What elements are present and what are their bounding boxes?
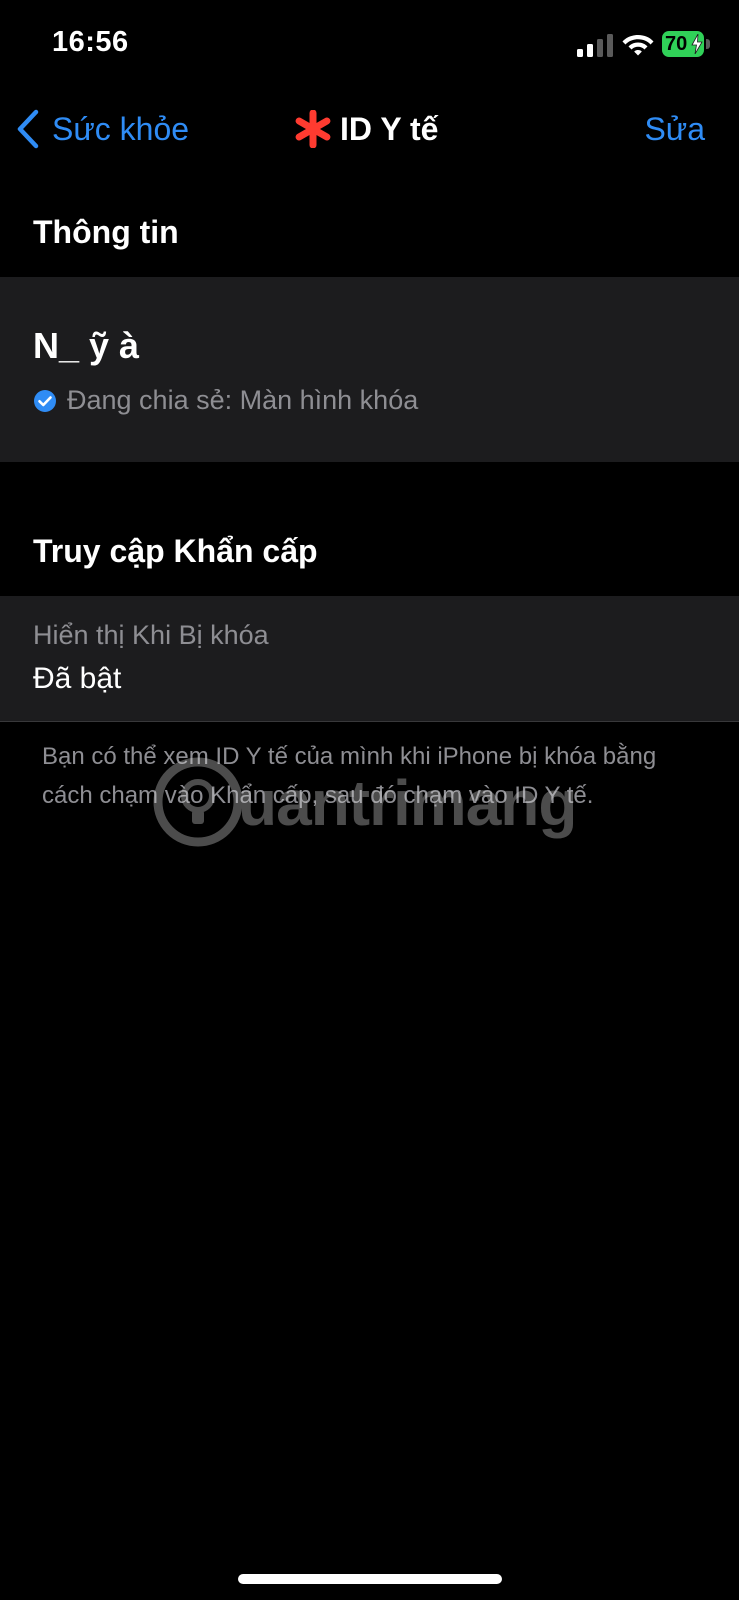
show-when-locked-row[interactable]: Hiển thị Khi Bị khóa Đã bật	[0, 596, 739, 722]
back-button-label: Sức khỏe	[52, 110, 190, 147]
status-bar: 16:56 70	[0, 0, 739, 90]
chevron-left-icon	[17, 109, 39, 149]
edit-button[interactable]: Sửa	[644, 107, 705, 151]
medical-asterisk-icon	[295, 110, 331, 148]
checkmark-badge-icon	[34, 389, 56, 412]
cellular-signal-icon	[577, 34, 613, 57]
share-status-row: Đang chia sẻ: Màn hình khóa	[33, 385, 418, 416]
battery-body: 70	[662, 31, 704, 57]
charging-bolt-icon	[691, 34, 703, 54]
wifi-icon	[622, 35, 654, 56]
page-title: ID Y tế	[294, 107, 438, 151]
section-header-info: Thông tin	[33, 214, 179, 250]
share-status-text: Đang chia sẻ: Màn hình khóa	[67, 385, 419, 415]
battery-level: 70	[665, 33, 688, 55]
back-button[interactable]: Sức khỏe	[16, 107, 189, 151]
battery-indicator: 70	[662, 31, 710, 57]
section-header-emergency: Truy cập Khẩn cấp	[33, 533, 318, 569]
home-indicator[interactable]	[238, 1574, 502, 1584]
emergency-footer-note: Bạn có thể xem ID Y tế của mình khi iPho…	[42, 743, 657, 809]
show-when-locked-value: Đã bật	[33, 662, 122, 695]
page-title-text: ID Y tế	[340, 110, 439, 147]
profile-name: N_ ỹ à	[33, 325, 140, 366]
show-when-locked-label: Hiển thị Khi Bị khóa	[33, 620, 269, 650]
navigation-bar: Sức khỏe ID Y tế Sửa	[0, 95, 739, 165]
profile-card[interactable]: N_ ỹ à Đang chia sẻ: Màn hình khóa	[0, 277, 739, 462]
status-time: 16:56	[52, 26, 129, 58]
battery-cap	[706, 39, 710, 49]
